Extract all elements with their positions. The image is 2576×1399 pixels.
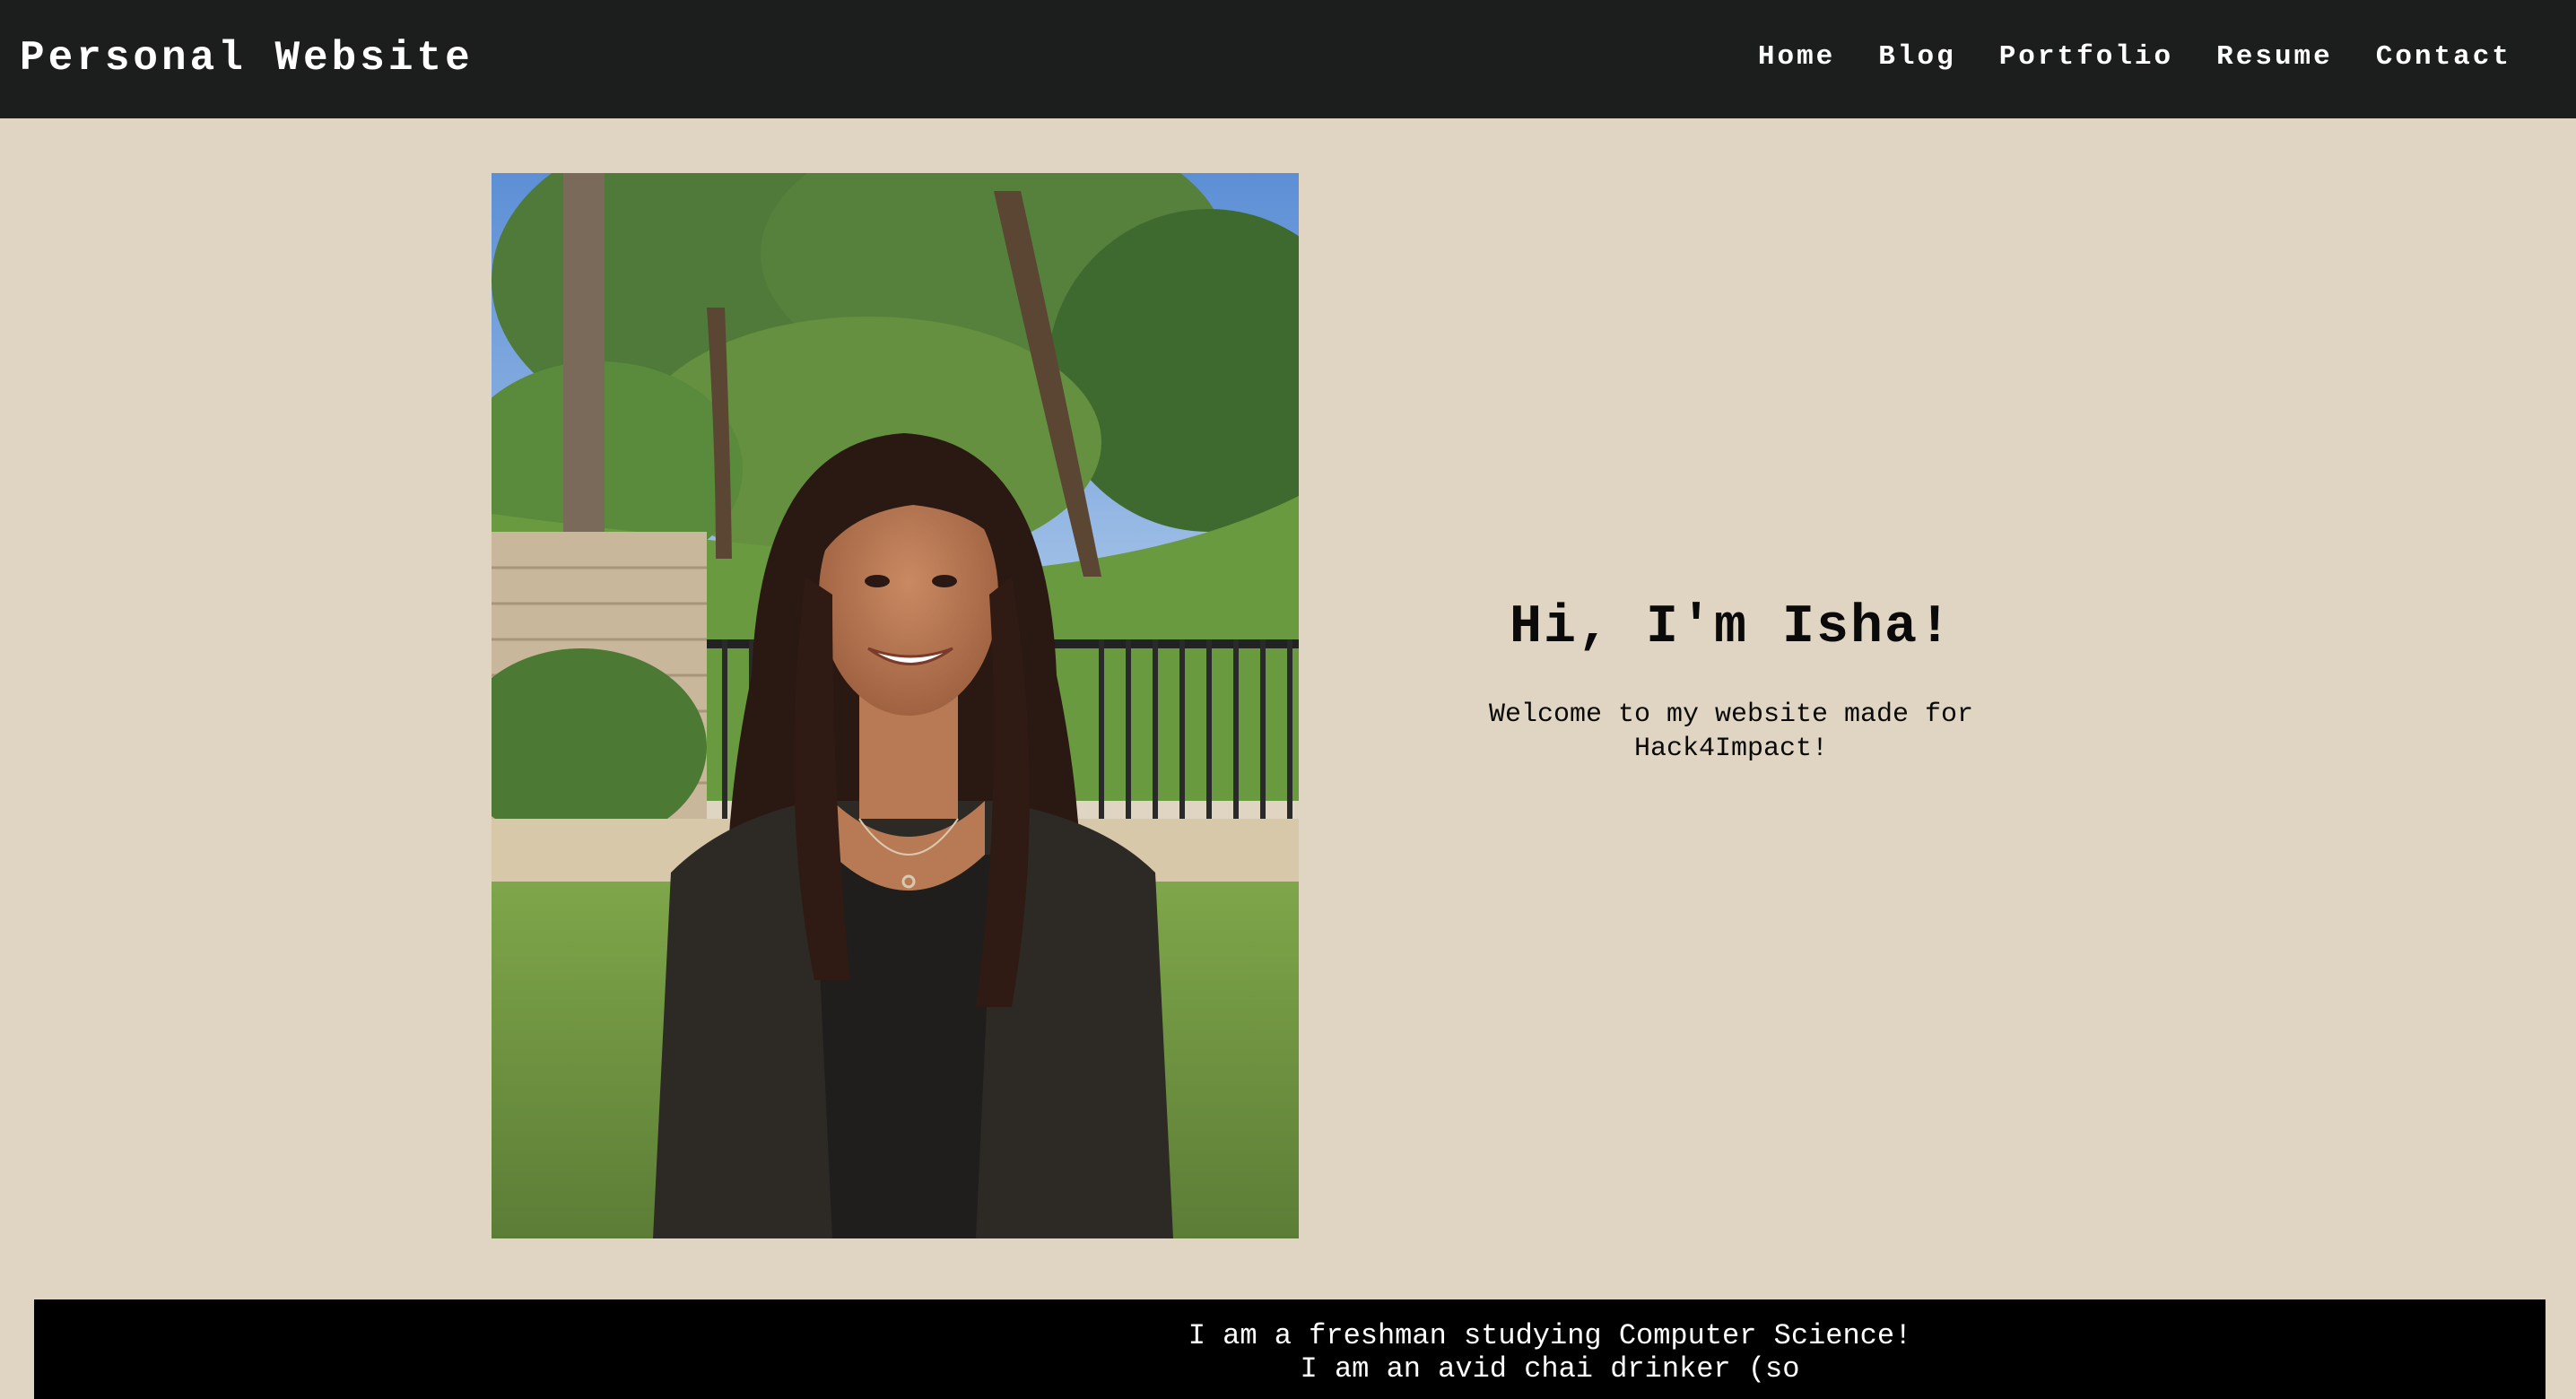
nav-link-contact[interactable]: Contact (2376, 36, 2511, 79)
hero-subtitle: Welcome to my website made for Hack4Impa… (1488, 700, 1974, 764)
hero-title: Hi, I'm Isha! (1509, 597, 1954, 658)
site-brand[interactable]: Personal Website (20, 32, 474, 84)
nav-link-portfolio[interactable]: Portfolio (1999, 36, 2173, 79)
hero-section: Hi, I'm Isha! Welcome to my website made… (1372, 592, 2090, 766)
nav-link-home[interactable]: Home (1758, 36, 1835, 79)
nav-link-blog[interactable]: Blog (1878, 36, 1955, 79)
navbar: Personal Website Home Blog Portfolio Res… (0, 0, 2576, 118)
about-text: I am a freshman studying Computer Scienc… (1188, 1319, 1912, 1386)
about-section: I am a freshman studying Computer Scienc… (34, 1299, 2546, 1399)
profile-photo (492, 173, 1299, 1238)
nav-link-resume[interactable]: Resume (2216, 36, 2333, 79)
nav-links: Home Blog Portfolio Resume Contact (1758, 36, 2511, 79)
